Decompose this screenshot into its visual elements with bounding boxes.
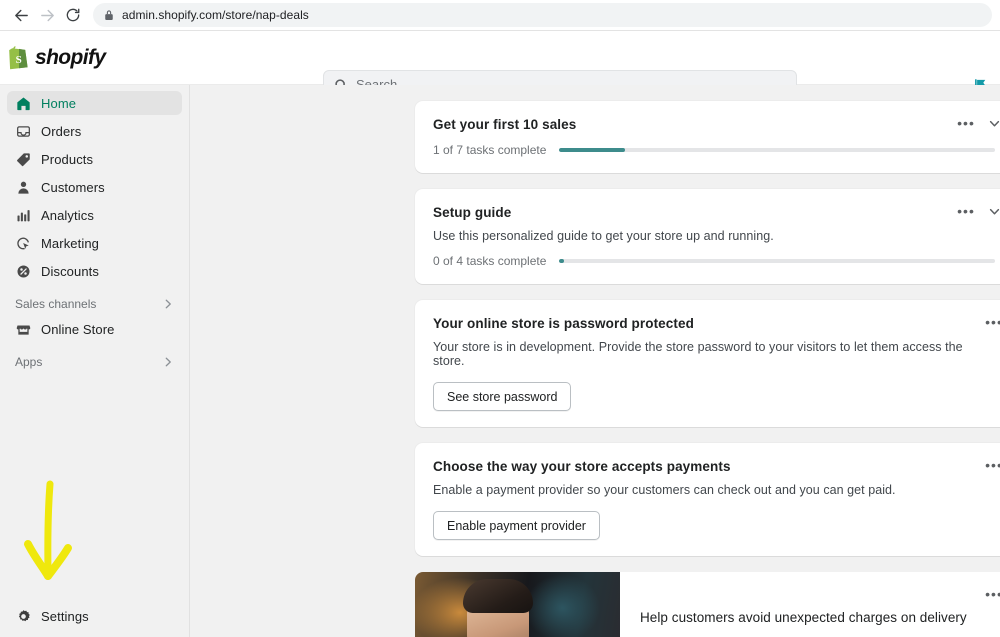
discount-icon: [15, 263, 31, 279]
ellipsis-icon[interactable]: •••: [985, 313, 1000, 331]
sidebar-item-settings[interactable]: Settings: [0, 603, 189, 629]
card-title: Help customers avoid unexpected charges …: [640, 609, 967, 625]
address-bar[interactable]: admin.shopify.com/store/nap-deals: [93, 3, 992, 27]
sidebar-item-label: Analytics: [41, 207, 94, 223]
progress-bar: [559, 148, 995, 152]
card-actions: •••: [985, 585, 1000, 603]
card-password-protected: Your online store is password protected …: [415, 300, 1000, 427]
progress-fill: [559, 259, 564, 263]
sidebar-item-marketing[interactable]: Marketing: [7, 231, 182, 255]
forward-arrow-icon[interactable]: [34, 2, 60, 28]
sidebar-item-label: Customers: [41, 179, 105, 195]
card-actions: •••: [957, 114, 1000, 132]
see-store-password-button[interactable]: See store password: [433, 382, 572, 411]
chevron-right-icon: [162, 356, 174, 368]
main-content: Get your first 10 sales ••• 1 of 7 tasks…: [190, 85, 1000, 637]
enable-payment-provider-button[interactable]: Enable payment provider: [433, 511, 600, 540]
marketing-target-icon: [15, 235, 31, 251]
photo-hair: [463, 579, 533, 613]
home-icon: [15, 95, 31, 111]
card-setup-guide: Setup guide ••• Use this personalized gu…: [415, 189, 1000, 284]
card-column: Get your first 10 sales ••• 1 of 7 tasks…: [415, 101, 1000, 637]
media-text: Help customers avoid unexpected charges …: [620, 572, 1000, 637]
sidebar-group-sales-channels[interactable]: Sales channels: [7, 293, 182, 315]
progress-label: 1 of 7 tasks complete: [433, 143, 547, 157]
tag-icon: [15, 151, 31, 167]
ellipsis-icon[interactable]: •••: [957, 114, 975, 132]
ellipsis-icon[interactable]: •••: [985, 456, 1000, 474]
back-arrow-icon[interactable]: [8, 2, 34, 28]
shopify-wordmark: shopify: [35, 45, 106, 69]
card-title: Get your first 10 sales: [433, 117, 577, 132]
progress-row: 0 of 4 tasks complete: [433, 254, 995, 268]
sidebar-item-label: Products: [41, 151, 94, 167]
person-icon: [15, 179, 31, 195]
sidebar: Home Orders Products Customers Analytics…: [0, 85, 190, 637]
sidebar-item-label: Settings: [41, 608, 89, 624]
sidebar-item-online-store[interactable]: Online Store: [7, 317, 182, 341]
sidebar-item-products[interactable]: Products: [7, 147, 182, 171]
ellipsis-icon[interactable]: •••: [957, 202, 975, 220]
sidebar-group-label: Sales channels: [15, 297, 97, 311]
card-description: Enable a payment provider so your custom…: [433, 483, 896, 497]
chevron-down-icon[interactable]: [985, 114, 1000, 132]
sidebar-item-label: Home: [41, 95, 77, 111]
svg-text:S: S: [16, 54, 22, 66]
orders-inbox-icon: [15, 123, 31, 139]
chevron-down-icon[interactable]: [985, 202, 1000, 220]
app-topbar: S shopify Search: [0, 31, 1000, 99]
shopify-logo[interactable]: S shopify: [0, 45, 190, 70]
app-shell: Home Orders Products Customers Analytics…: [0, 85, 1000, 637]
yellow-down-arrow: [18, 480, 80, 595]
chevron-right-icon: [162, 298, 174, 310]
sidebar-group-apps[interactable]: Apps: [7, 351, 182, 373]
shopify-bag-icon: S: [8, 45, 30, 70]
sidebar-item-home[interactable]: Home: [7, 91, 182, 115]
lock-icon: [104, 9, 114, 21]
card-description: Use this personalized guide to get your …: [433, 229, 774, 243]
browser-toolbar: admin.shopify.com/store/nap-deals: [0, 0, 1000, 31]
bar-chart-icon: [15, 207, 31, 223]
progress-bar: [559, 259, 995, 263]
reload-icon[interactable]: [60, 2, 86, 28]
sidebar-item-discounts[interactable]: Discounts: [7, 259, 182, 283]
ellipsis-icon[interactable]: •••: [985, 585, 1000, 603]
storefront-icon: [15, 321, 31, 337]
gear-icon: [15, 608, 31, 624]
person-photo: [415, 572, 620, 637]
card-actions: •••: [985, 456, 1000, 474]
progress-fill: [559, 148, 625, 152]
card-description: Your store is in development. Provide th…: [433, 340, 963, 368]
card-delivery-charges: Help customers avoid unexpected charges …: [415, 572, 1000, 637]
sidebar-item-label: Online Store: [41, 321, 115, 337]
card-title: Setup guide: [433, 205, 512, 220]
sidebar-item-customers[interactable]: Customers: [7, 175, 182, 199]
sidebar-item-analytics[interactable]: Analytics: [7, 203, 182, 227]
sidebar-item-orders[interactable]: Orders: [7, 119, 182, 143]
card-actions: •••: [985, 313, 1000, 331]
sidebar-item-label: Orders: [41, 123, 82, 139]
card-actions: •••: [957, 202, 1000, 220]
url-text: admin.shopify.com/store/nap-deals: [122, 8, 309, 22]
sidebar-group-label: Apps: [15, 355, 43, 369]
card-accept-payments: Choose the way your store accepts paymen…: [415, 443, 1000, 556]
progress-row: 1 of 7 tasks complete: [433, 143, 995, 157]
card-first-10-sales: Get your first 10 sales ••• 1 of 7 tasks…: [415, 101, 1000, 173]
card-title: Your online store is password protected: [433, 316, 694, 331]
sidebar-item-label: Marketing: [41, 235, 99, 251]
sidebar-item-label: Discounts: [41, 263, 99, 279]
card-title: Choose the way your store accepts paymen…: [433, 459, 731, 474]
progress-label: 0 of 4 tasks complete: [433, 254, 547, 268]
